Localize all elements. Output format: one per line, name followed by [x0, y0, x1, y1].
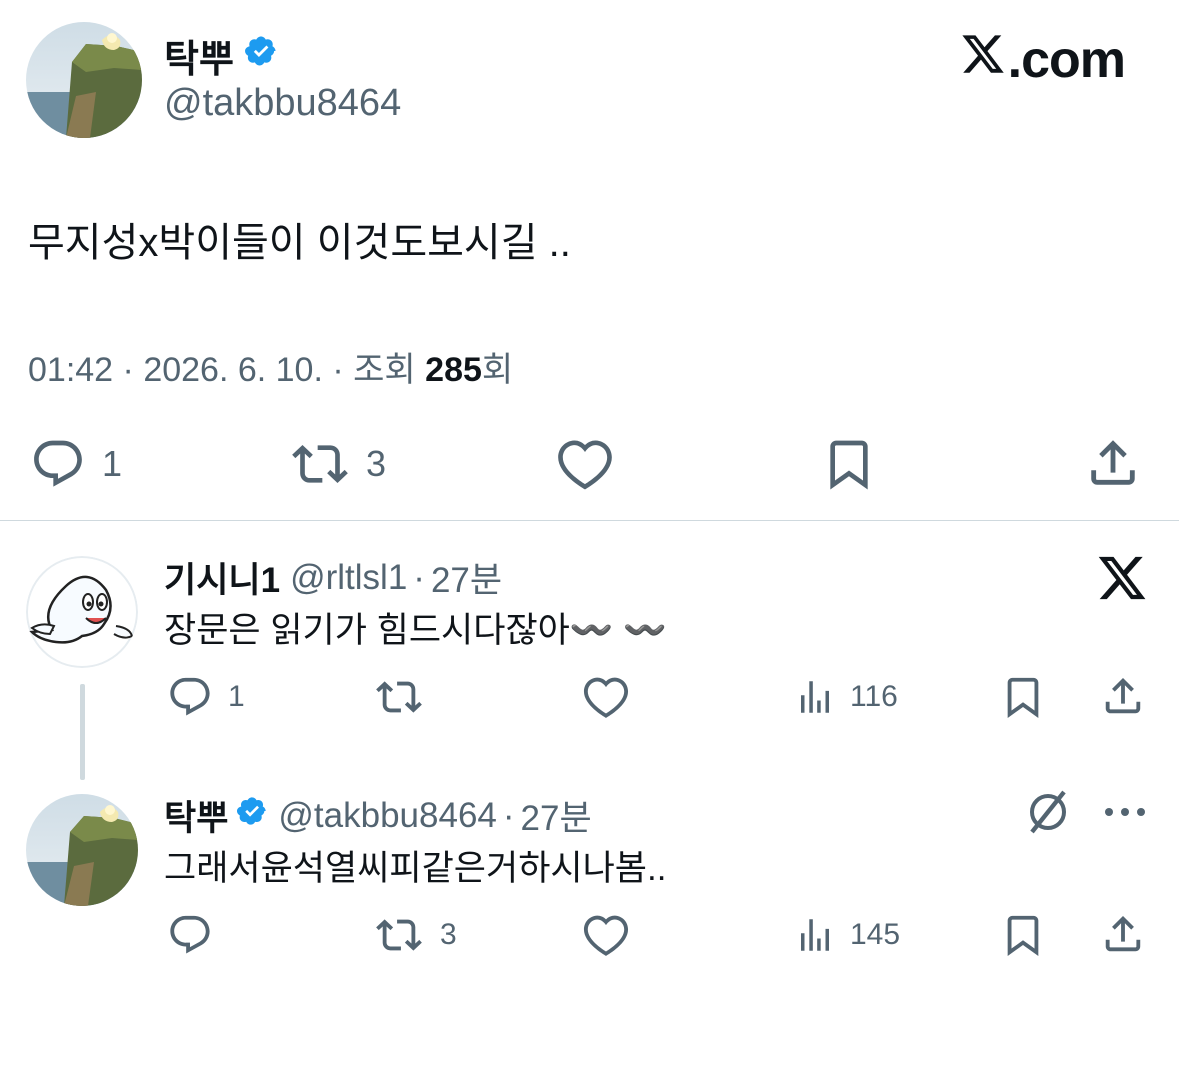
views-icon — [794, 912, 836, 958]
retweet-icon — [288, 436, 352, 492]
bookmark-icon — [1000, 674, 1046, 720]
reply-author-handle[interactable]: @rltlsl1 — [290, 558, 407, 598]
reply-button[interactable]: 1 — [166, 674, 245, 720]
retweet-icon — [372, 674, 426, 720]
reply-time[interactable]: 27분 — [431, 552, 502, 603]
tweet-time[interactable]: 01:42 — [28, 351, 113, 390]
share-button[interactable] — [1100, 672, 1146, 720]
like-button[interactable] — [580, 912, 632, 958]
author-handle[interactable]: @takbbu8464 — [164, 82, 401, 125]
x-logo-text: .com — [1007, 31, 1126, 89]
retweet-count: 3 — [366, 443, 387, 484]
reply-icon — [28, 436, 88, 492]
views-count: 116 — [850, 680, 898, 713]
views-count: 145 — [850, 918, 901, 951]
reply-text: 장문은 읽기가 힘드시다잖아〰️ 〰️ — [164, 611, 667, 650]
reply-button[interactable] — [166, 912, 214, 958]
retweet-button[interactable]: 3 — [288, 436, 386, 492]
author-name[interactable]: 탁뿌 — [164, 28, 278, 83]
verified-badge-icon — [244, 34, 278, 78]
verified-badge-icon — [236, 795, 268, 836]
views-button[interactable]: 145 — [794, 912, 900, 958]
reply-icon — [166, 674, 214, 720]
share-button[interactable] — [1100, 910, 1146, 958]
like-icon — [580, 674, 632, 720]
x-logo-icon — [960, 30, 1008, 90]
bookmark-button[interactable] — [820, 436, 878, 492]
meta-separator: · — [113, 351, 144, 389]
like-icon — [554, 436, 616, 492]
reply-avatar[interactable] — [26, 794, 138, 906]
x-logo-icon — [1096, 552, 1148, 609]
share-icon — [1100, 672, 1146, 720]
x-logo: .com — [960, 30, 1126, 90]
like-button[interactable] — [580, 674, 632, 720]
grok-icon[interactable] — [1024, 788, 1072, 841]
reply-author-name[interactable]: 기시니1 — [164, 552, 280, 603]
like-button[interactable] — [554, 436, 616, 492]
reply-count: 1 — [228, 680, 245, 713]
retweet-button[interactable] — [372, 674, 426, 720]
bookmark-icon — [820, 436, 878, 492]
share-button[interactable] — [1084, 434, 1142, 492]
reply-avatar[interactable] — [26, 556, 138, 668]
meta-separator: · — [322, 351, 354, 389]
reply-author-handle[interactable]: @takbbu8464 — [278, 796, 496, 836]
tweet-text: 무지성x박이들이 이것도보시길 .. — [28, 221, 571, 265]
author-name-text: 탁뿌 — [164, 39, 234, 81]
retweet-button[interactable]: 3 — [372, 912, 457, 958]
reply-count: 1 — [102, 443, 123, 484]
reply-header: 탁뿌 @takbbu8464 · 27분 — [164, 790, 592, 841]
bookmark-button[interactable] — [1000, 912, 1046, 958]
reply-author-name[interactable]: 탁뿌 — [164, 790, 228, 841]
views-suffix: 회 — [481, 351, 514, 389]
reply-button[interactable]: 1 — [28, 436, 122, 492]
author-avatar[interactable] — [26, 22, 142, 138]
tweet-page: 탁뿌 @takbbu8464 .com 무지성x박이들이 이것도보시길 .. 0… — [0, 0, 1179, 1086]
views-icon — [794, 674, 836, 720]
bookmark-button[interactable] — [1000, 674, 1046, 720]
share-icon — [1084, 434, 1142, 492]
retweet-count: 3 — [440, 918, 457, 951]
views-label: 조회 — [353, 351, 416, 389]
reply-text: 그래서윤석열씨피같은거하시나봄.. — [164, 849, 667, 888]
views-count: 285 — [425, 351, 482, 389]
reply-header: 기시니1 @rltlsl1 · 27분 — [164, 552, 502, 603]
header-separator: · — [413, 557, 425, 597]
reply-icon — [166, 912, 214, 958]
tweet-date[interactable]: 2026. 6. 10. — [143, 351, 323, 390]
more-icon[interactable] — [1102, 800, 1148, 829]
header-separator: · — [502, 795, 515, 835]
bookmark-icon — [1000, 912, 1046, 958]
tweet-meta: 01:42 · 2026. 6. 10. · 조회 285 회 — [28, 342, 513, 391]
divider — [0, 520, 1179, 521]
retweet-icon — [372, 912, 426, 958]
reply-time[interactable]: 27분 — [521, 790, 592, 841]
views-button[interactable]: 116 — [794, 674, 898, 720]
like-icon — [580, 912, 632, 958]
share-icon — [1100, 910, 1146, 958]
thread-line — [80, 684, 85, 780]
